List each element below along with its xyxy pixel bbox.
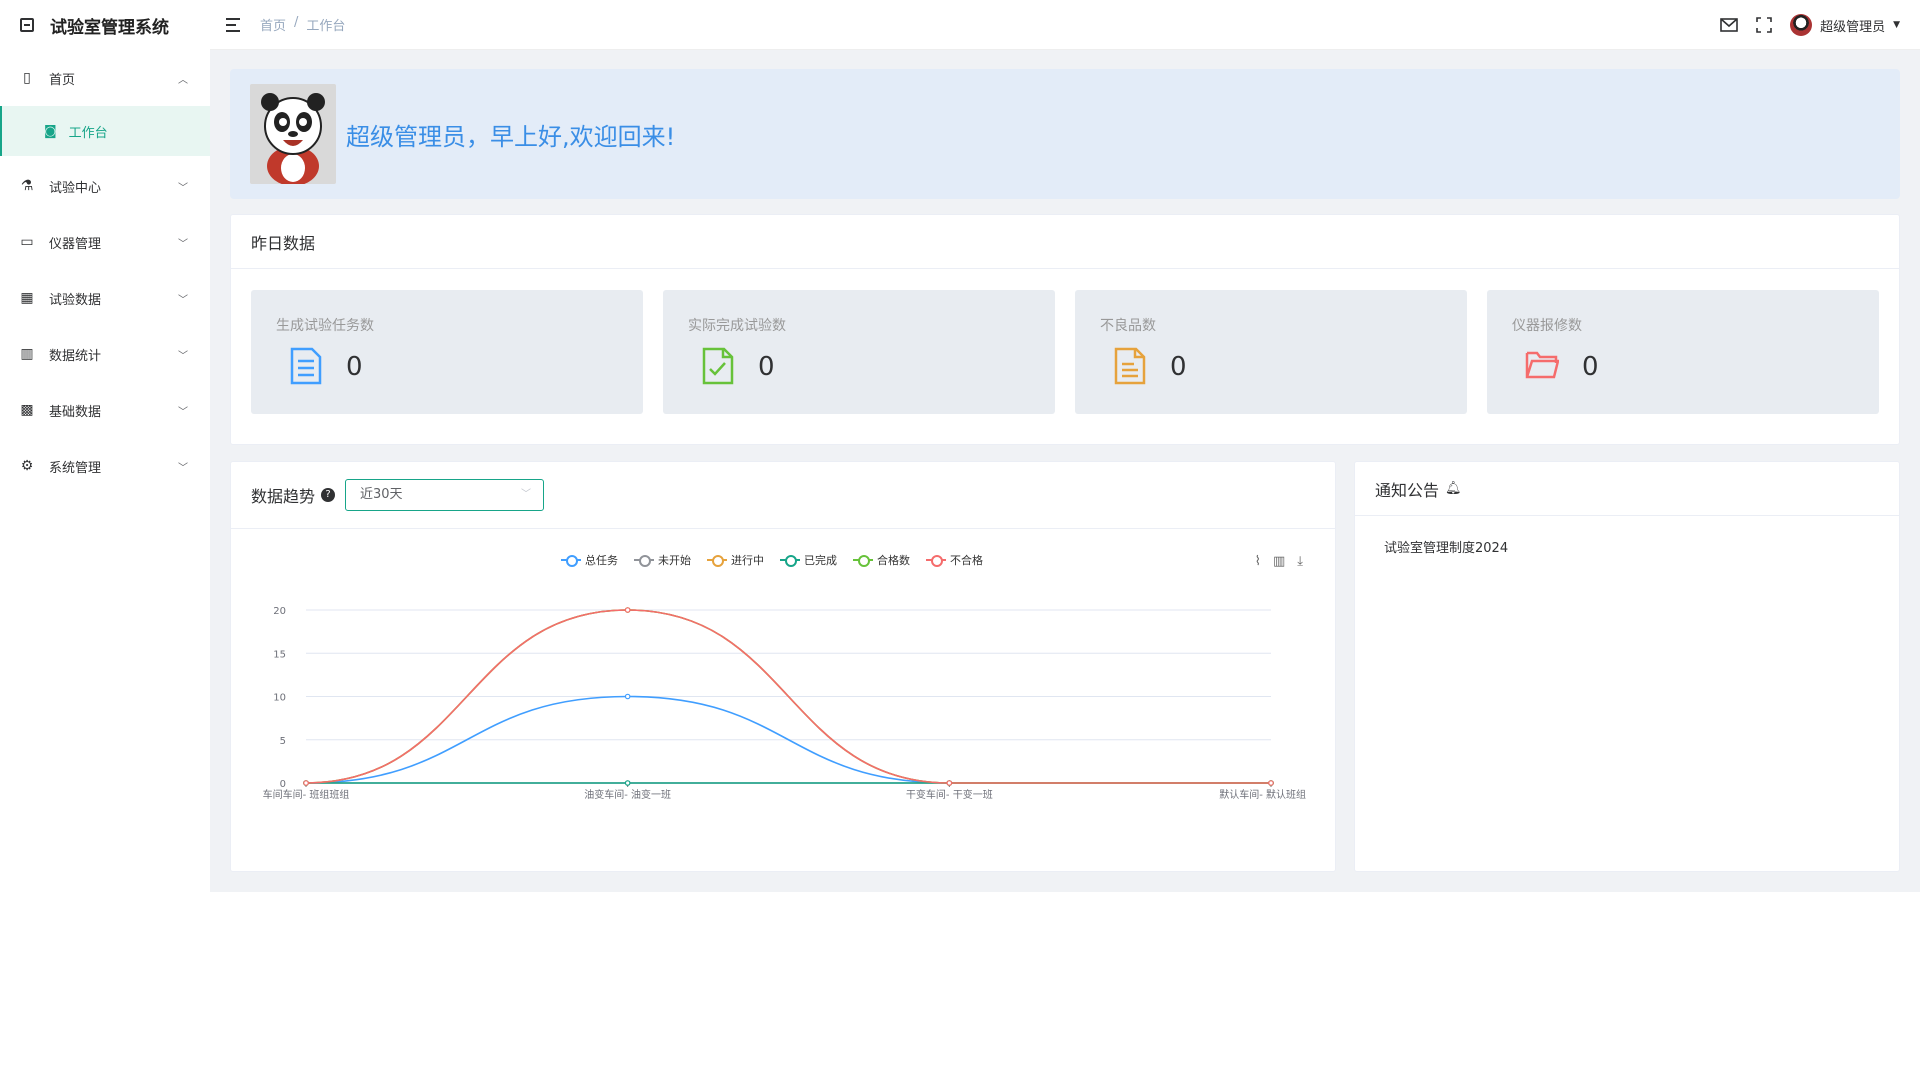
app-title: 试验室管理系统 xyxy=(50,17,169,38)
chevron-down-icon: ﹀ xyxy=(178,294,188,306)
stat-tests-completed: 实际完成试验数 0 xyxy=(663,290,1055,414)
y-tick-label: 15 xyxy=(273,649,286,660)
monitor-icon: ▭ xyxy=(20,234,34,250)
folder-open-icon xyxy=(1525,351,1559,379)
sidebar-item-label: 工作台 xyxy=(68,125,108,141)
top-header: 首页 / 工作台 超级管理员 ▼ xyxy=(210,0,1920,50)
sidebar-item-label: 仪器管理 xyxy=(49,236,102,252)
date-range-select[interactable]: 近30天 ﹀ xyxy=(345,479,544,511)
y-tick-label: 5 xyxy=(280,736,286,747)
stat-label: 生成试验任务数 xyxy=(276,318,374,334)
data-point xyxy=(303,780,309,786)
caret-down-icon: ▼ xyxy=(1893,20,1900,30)
sidebar-item-label: 试验中心 xyxy=(49,180,102,196)
sidebar-item-label: 系统管理 xyxy=(49,460,102,476)
yesterday-data-card: 昨日数据 生成试验任务数 0 实际完成试验数 0 不良品数 0 仪器报修数 0 xyxy=(230,214,1900,445)
card-title: 数据趋势 xyxy=(251,487,316,506)
card-title: 通知公告 xyxy=(1375,480,1440,500)
stat-value: 0 xyxy=(1170,352,1187,382)
y-tick-label: 20 xyxy=(273,606,286,617)
sidebar-item-label: 基础数据 xyxy=(49,404,102,420)
y-tick-label: 0 xyxy=(280,779,286,790)
sidebar-item-home[interactable]: ▯ 首页 ︿ xyxy=(0,50,210,106)
document-icon xyxy=(290,347,322,385)
user-name: 超级管理员 xyxy=(1820,19,1886,35)
trend-card: 数据趋势 ? 近30天 ﹀ 总任务 未开始 进行中 已完成 合格数 不合格 ⌇ ▥ ⤓ 0… xyxy=(230,461,1336,872)
stat-value: 0 xyxy=(346,352,363,382)
home-icon: ▯ xyxy=(23,70,31,86)
bell-icon: 🔔︎ xyxy=(1445,481,1462,496)
sidebar: 试验室管理系统 ▯ 首页 ︿ ◙ 工作台 ⚗ 试验中心 ﹀ ▭ 仪器管理 ﹀ ▦… xyxy=(0,0,210,1080)
y-tick-label: 10 xyxy=(273,693,286,704)
sidebar-item-label: 数据统计 xyxy=(49,348,102,364)
stat-tasks-generated: 生成试验任务数 0 xyxy=(251,290,643,414)
sidebar-item-base-data[interactable]: ▩ 基础数据 ﹀ xyxy=(0,382,210,438)
notice-card: 通知公告 🔔︎ 试验室管理制度2024 xyxy=(1354,461,1900,872)
fullscreen-icon[interactable] xyxy=(1756,17,1772,33)
grid-icon: ▦ xyxy=(20,290,34,306)
x-tick-label: 干变车间- 干变一班 xyxy=(906,788,993,801)
sidebar-item-test-data[interactable]: ▦ 试验数据 ﹀ xyxy=(0,270,210,326)
panda-avatar-image xyxy=(250,84,336,184)
stat-defective: 不良品数 0 xyxy=(1075,290,1467,414)
sidebar-item-test-center[interactable]: ⚗ 试验中心 ﹀ xyxy=(0,158,210,214)
chevron-down-icon: ﹀ xyxy=(521,489,531,500)
x-tick-label: 车间车间- 班组班组 xyxy=(263,788,350,801)
stat-label: 仪器报修数 xyxy=(1512,318,1582,334)
sidebar-item-statistics[interactable]: ▥ 数据统计 ﹀ xyxy=(0,326,210,382)
chevron-down-icon: ﹀ xyxy=(178,182,188,194)
notice-item[interactable]: 试验室管理制度2024 xyxy=(1384,537,1508,556)
card-header: 通知公告 🔔︎ xyxy=(1355,462,1899,516)
breadcrumb: 首页 / 工作台 xyxy=(260,15,345,34)
flask-icon: ⚗ xyxy=(20,178,34,194)
chevron-up-icon: ︿ xyxy=(178,74,188,86)
apps-icon: ▩ xyxy=(20,402,34,418)
stat-label: 实际完成试验数 xyxy=(688,318,786,334)
main-content: 超级管理员，早上好,欢迎回来! 昨日数据 生成试验任务数 0 实际完成试验数 0… xyxy=(210,50,1920,892)
sidebar-item-label: 首页 xyxy=(49,72,76,88)
document-check-icon xyxy=(702,347,734,385)
workbench-icon: ◙ xyxy=(44,123,57,139)
stat-value: 0 xyxy=(1582,352,1599,382)
sidebar-item-instruments[interactable]: ▭ 仪器管理 ﹀ xyxy=(0,214,210,270)
x-tick-label: 油变车间- 油变一班 xyxy=(584,788,671,801)
sidebar-item-workbench[interactable]: ◙ 工作台 xyxy=(0,106,210,156)
select-value: 近30天 xyxy=(360,487,403,502)
data-point xyxy=(624,607,631,613)
breadcrumb-home[interactable]: 首页 xyxy=(260,15,286,34)
data-point xyxy=(624,780,631,786)
menu-fold-icon[interactable] xyxy=(226,17,244,32)
x-tick-label: 默认车间- 默认班组 xyxy=(1219,788,1306,801)
gear-icon: ⚙ xyxy=(20,458,34,474)
card-title: 昨日数据 xyxy=(231,215,1899,269)
stat-value: 0 xyxy=(758,352,775,382)
document-text-icon xyxy=(1114,347,1146,385)
welcome-text: 超级管理员，早上好,欢迎回来! xyxy=(346,123,676,151)
sidebar-item-label: 试验数据 xyxy=(49,292,102,308)
breadcrumb-current: 工作台 xyxy=(306,19,346,34)
app-logo[interactable]: 试验室管理系统 xyxy=(0,0,210,50)
logo-icon xyxy=(20,18,34,32)
chevron-down-icon: ﹀ xyxy=(178,462,188,474)
chevron-down-icon: ﹀ xyxy=(178,350,188,362)
data-point xyxy=(946,780,953,786)
help-icon[interactable]: ? xyxy=(321,488,336,502)
bar-chart-icon: ▥ xyxy=(20,346,34,362)
mail-icon[interactable] xyxy=(1720,18,1738,32)
welcome-banner: 超级管理员，早上好,欢迎回来! xyxy=(230,69,1900,199)
user-menu[interactable]: 超级管理员 ▼ xyxy=(1790,14,1900,36)
stat-label: 不良品数 xyxy=(1100,318,1156,334)
data-point xyxy=(624,693,631,700)
sidebar-item-system[interactable]: ⚙ 系统管理 ﹀ xyxy=(0,438,210,494)
avatar xyxy=(1790,14,1813,36)
chevron-down-icon: ﹀ xyxy=(178,406,188,418)
stat-repairs: 仪器报修数 0 xyxy=(1487,290,1879,414)
header-actions: 超级管理员 ▼ xyxy=(1720,0,1900,50)
breadcrumb-separator: / xyxy=(294,15,299,30)
data-point xyxy=(1268,780,1274,786)
trend-chart: 0 5 10 15 20 车间车间- 班组班组 油变车间- 油变一班 干变车间- 干变一班 默认… xyxy=(263,606,1306,801)
chevron-down-icon: ﹀ xyxy=(178,238,188,250)
